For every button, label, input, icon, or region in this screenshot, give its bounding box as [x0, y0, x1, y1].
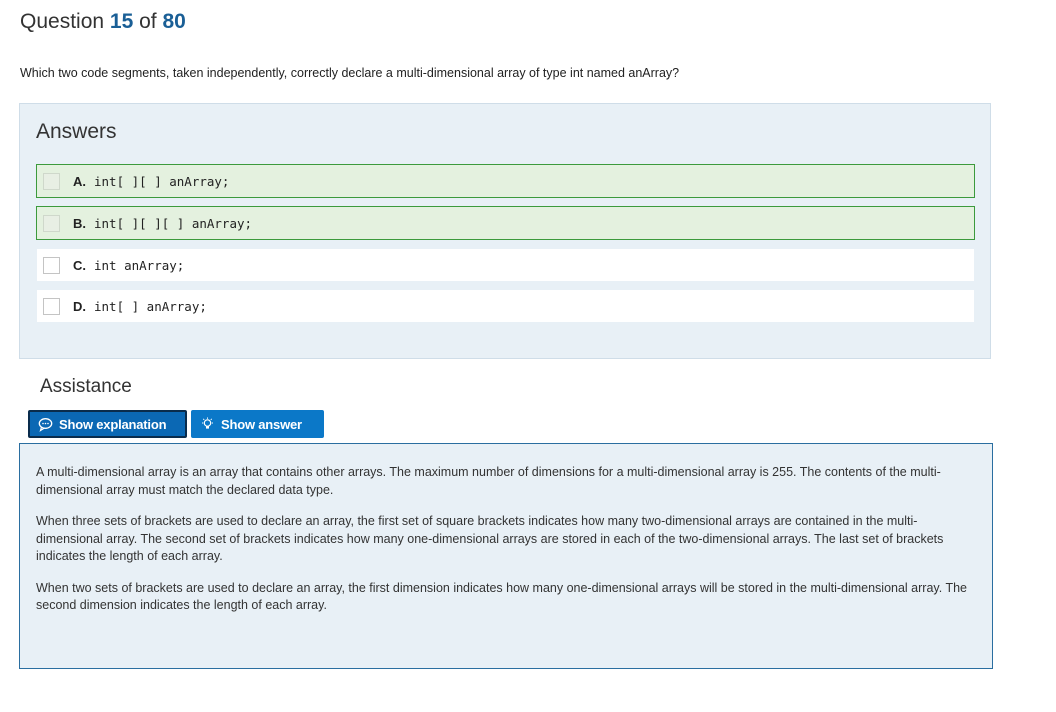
option-letter: D.	[73, 298, 86, 314]
answers-title: Answers	[36, 120, 117, 143]
current-question-number: 15	[109, 10, 134, 33]
total-questions-number: 80	[162, 10, 186, 33]
answer-option-c[interactable]: C. int anArray;	[36, 248, 975, 282]
quiz-page: Question 15 of 80 Which two code segment…	[0, 0, 1056, 712]
question-word: Question	[20, 10, 105, 33]
question-counter: Question 15 of 80	[20, 10, 186, 34]
show-explanation-label: Show explanation	[59, 416, 167, 432]
answer-option-b[interactable]: B. int[ ][ ][ ] anArray;	[36, 206, 975, 240]
option-code: int anArray;	[94, 257, 185, 273]
speech-bubble-icon	[38, 417, 53, 432]
lightbulb-icon	[200, 417, 215, 432]
checkbox[interactable]	[43, 256, 60, 274]
option-letter: A.	[73, 173, 86, 189]
show-answer-label: Show answer	[221, 416, 302, 432]
checkbox[interactable]	[43, 297, 60, 315]
explanation-panel: A multi-dimensional array is an array th…	[19, 443, 993, 669]
checkbox[interactable]	[43, 172, 60, 190]
checkbox[interactable]	[43, 214, 60, 232]
explanation-paragraph: When two sets of brackets are used to de…	[36, 580, 967, 613]
option-letter: B.	[73, 215, 86, 231]
option-code: int[ ][ ] anArray;	[94, 173, 230, 189]
question-text: Which two code segments, taken independe…	[20, 66, 680, 80]
answer-option-d[interactable]: D. int[ ] anArray;	[36, 289, 975, 323]
answers-panel: Answers A. int[ ][ ] anArray; B. int[ ][…	[19, 103, 991, 359]
option-code: int[ ] anArray;	[94, 298, 207, 314]
option-code: int[ ][ ][ ] anArray;	[94, 215, 253, 231]
answer-option-a[interactable]: A. int[ ][ ] anArray;	[36, 164, 975, 198]
explanation-paragraph: A multi-dimensional array is an array th…	[36, 465, 941, 497]
show-answer-button[interactable]: Show answer	[191, 410, 324, 438]
show-explanation-button[interactable]: Show explanation	[28, 410, 187, 438]
explanation-paragraph: When three sets of brackets are used to …	[36, 514, 944, 563]
of-word: of	[139, 10, 157, 33]
assistance-title: Assistance	[40, 376, 132, 397]
option-letter: C.	[73, 257, 86, 273]
